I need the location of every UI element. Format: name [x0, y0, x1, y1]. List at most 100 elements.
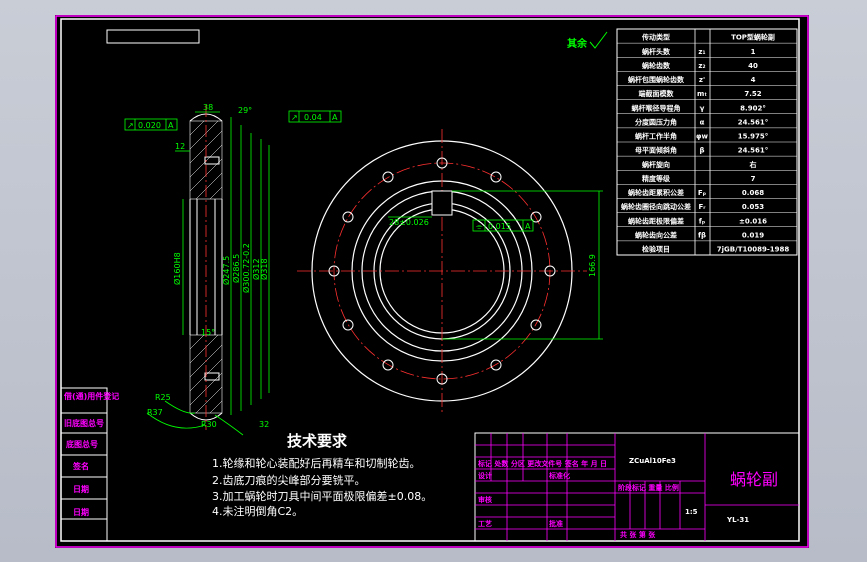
param-label: 蜗轮齿距累积公差 — [628, 188, 684, 197]
title-sheet-info: 共 张 第 张 — [620, 530, 656, 539]
side-label-date-2: 日期 — [73, 507, 89, 517]
param-label: 传动类型 — [641, 33, 670, 42]
title-block: ZCuAl10Fe3 蜗轮副 YL-31 标记 处数 分区 更改文件号 签名 年… — [474, 432, 800, 542]
param-value: 0.019 — [742, 231, 764, 239]
title-stage-row: 阶段标记 重量 比例 — [618, 483, 679, 492]
svg-text:↗: ↗ — [127, 121, 134, 130]
tech-title: 技术要求 — [287, 432, 348, 450]
param-label: 蜗轮齿向公差 — [635, 230, 677, 239]
param-label: 端截面模数 — [639, 89, 675, 98]
roughness-32: 32 — [259, 420, 269, 429]
param-value: 右 — [749, 160, 757, 169]
side-label-old-base: 旧底图总号 — [64, 418, 104, 428]
flatness-datum: A — [525, 222, 531, 231]
param-symbol: fₚ — [699, 217, 705, 225]
dim-d300: Ø300.72-0.2 — [241, 243, 251, 293]
section-view: 38 29° 12 15° R25 R37 R30 32 Ø160H8 Ø247… — [124, 103, 342, 436]
dim-r30: R30 — [201, 420, 217, 429]
title-scale: 1:5 — [685, 508, 698, 516]
roughness-symbol — [589, 31, 608, 49]
side-label-base: 底图总号 — [65, 439, 98, 449]
tech-item-2: 2.齿底刀痕的尖峰部分要铣平。 — [212, 473, 366, 487]
param-symbol: z' — [699, 76, 705, 84]
param-value: ±0.016 — [739, 217, 767, 225]
top-left-box — [106, 29, 200, 44]
param-label: 蜗杆喉径导程角 — [632, 103, 681, 112]
param-value: 24.561° — [738, 147, 769, 155]
title-drawing-no: YL-31 — [726, 516, 749, 524]
param-value: 0.053 — [742, 203, 764, 211]
title-change-row: 标记 处数 分区 更改文件号 签名 年 月 日 — [477, 459, 607, 468]
tech-requirements: 技术要求 1.轮缘和轮心装配好后再精车和切制轮齿。 2.齿底刀痕的尖峰部分要铣平… — [212, 432, 432, 518]
title-part-name: 蜗轮副 — [730, 470, 778, 489]
title-process: 工艺 — [478, 519, 492, 528]
dim-r37: R37 — [147, 408, 163, 417]
param-symbol: α — [700, 118, 705, 126]
side-label-sign: 签名 — [72, 461, 89, 471]
title-review: 审核 — [478, 495, 492, 504]
param-value: 7 — [751, 175, 756, 183]
param-symbol: Fₚ — [698, 189, 706, 197]
param-symbol: Fᵣ — [699, 203, 707, 211]
param-value: 0.068 — [742, 189, 764, 197]
param-label: 蜗杆头数 — [642, 47, 671, 56]
svg-text:⌯: ⌯ — [476, 222, 483, 231]
runout-right-datum: A — [332, 113, 338, 122]
param-value: 24.561° — [738, 118, 769, 126]
param-label: 蜗杆旋向 — [642, 160, 670, 169]
dim-face-width: 38 — [203, 103, 213, 112]
param-value: 4 — [751, 76, 756, 84]
param-value: 7jGB/T10089-1988 — [717, 246, 790, 254]
dim-d160: Ø160H8 — [172, 252, 182, 285]
side-label-reg: 借(通)用件登记 — [63, 391, 119, 401]
param-label: 蜗杆工作半角 — [635, 132, 677, 141]
flatness-value: 0.015 — [488, 222, 511, 231]
dim-flank-angle: 29° — [238, 106, 252, 115]
title-approve: 批准 — [549, 519, 563, 528]
param-value: 7.52 — [744, 90, 761, 98]
tech-item-4: 4.未注明倒角C2。 — [212, 504, 303, 518]
keyway — [431, 190, 453, 216]
roughness-other-label: 其余 — [567, 37, 588, 50]
param-symbol: β — [699, 147, 704, 155]
param-symbol: z₂ — [698, 62, 705, 70]
runout-left-datum: A — [168, 121, 174, 130]
param-label: 蜗轮齿距极限偏差 — [628, 216, 684, 225]
param-symbol: φw — [696, 133, 708, 141]
param-value: 1 — [751, 48, 756, 56]
title-standardize: 标准化 — [548, 471, 570, 480]
param-symbol: fβ — [698, 231, 706, 239]
param-value: 15.975° — [738, 133, 769, 141]
keyway-width: 28±0.026 — [389, 218, 429, 227]
drawing-canvas: 借(通)用件登记 旧底图总号 底图总号 签名 日期 日期 其余 38 29° 1… — [55, 15, 809, 548]
dim-chamfer: 15° — [201, 328, 215, 337]
dim-d318: Ø318 — [259, 258, 269, 280]
runout-left-value: 0.020 — [138, 121, 161, 130]
param-label: 蜗轮齿圈径向跳动公差 — [621, 202, 691, 211]
param-label: 母平面倾斜角 — [635, 146, 677, 155]
dim-d286: Ø286.5 — [231, 254, 241, 283]
dim-r25: R25 — [155, 393, 171, 402]
drawing-sheet: 借(通)用件登记 旧底图总号 底图总号 签名 日期 日期 其余 38 29° 1… — [55, 15, 809, 548]
param-label: 分度圆压力角 — [635, 117, 677, 126]
param-value: 40 — [748, 62, 758, 70]
side-label-date-1: 日期 — [73, 484, 89, 494]
param-symbol: γ — [700, 104, 705, 112]
tech-item-1: 1.轮缘和轮心装配好后再精车和切制轮齿。 — [212, 456, 421, 470]
roughness-12: 12 — [175, 142, 185, 151]
param-label: 检验项目 — [642, 245, 670, 254]
keyway-depth: 166.9 — [588, 254, 597, 277]
param-value: 8.902° — [740, 104, 766, 112]
param-label: 精度等级 — [642, 174, 671, 183]
param-value: TOP型蜗轮副 — [731, 33, 775, 42]
runout-right-value: 0.04 — [304, 113, 322, 122]
dim-d247: Ø247.5 — [221, 256, 231, 285]
front-view: 28±0.026 ⌯ 0.015 A 166.9 — [297, 129, 603, 413]
param-label: 蜗轮齿数 — [642, 61, 671, 70]
param-symbol: mₜ — [697, 90, 707, 98]
params-table: 传动类型 TOP型蜗轮副蜗杆头数 z₁ 1 蜗轮齿数 z₂ 40 蜗杆包围蜗轮齿数 z' 4 端截面… — [616, 28, 798, 256]
inner-frame — [60, 18, 800, 542]
param-label: 蜗杆包围蜗轮齿数 — [628, 75, 685, 84]
tech-item-3: 3.加工蜗轮时刀具中间平面极限偏差±0.08。 — [212, 489, 432, 503]
title-design: 设计 — [478, 471, 492, 480]
